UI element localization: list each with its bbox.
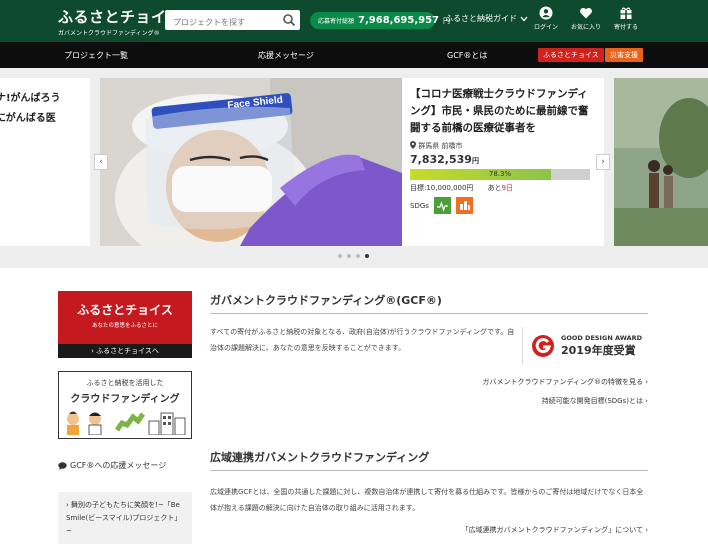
banner2-line2: クラウドファンディング xyxy=(70,394,180,405)
heart-icon xyxy=(580,7,592,19)
login-button[interactable]: ログイン xyxy=(526,6,566,31)
donate-button[interactable]: 寄付する xyxy=(606,6,646,31)
logo-main: ふるさとチョイス xyxy=(58,8,182,26)
regional-gcf-link[interactable]: 「広域連携ガバメントクラウドファンディング」について › xyxy=(462,525,648,535)
gift-icon xyxy=(620,7,632,19)
prev-slide-peek[interactable]: ナ!がんばろう にがんばる医 xyxy=(0,78,90,246)
total-donation-badge: 応募寄付総額 7,968,695,957 円 xyxy=(310,12,450,29)
divider xyxy=(210,313,648,314)
total-label: 応募寄付総額 xyxy=(318,18,355,25)
location-text: 群馬県 前橋市 xyxy=(418,142,463,150)
nav-about-gcf[interactable]: GCF®とは xyxy=(447,50,487,61)
carousel-dot[interactable] xyxy=(338,254,342,258)
nav-projects[interactable]: プロジェクト一覧 xyxy=(64,50,128,61)
banner2-line1: ふるさと納税を活用した xyxy=(86,379,164,387)
goal-amount: 目標:10,000,000円 xyxy=(410,184,474,192)
furusato-choice-banner[interactable]: ふるさとチョイス あなたの意思をふるさとに › ふるさとチョイスへ xyxy=(58,291,192,358)
good-design-award: GOOD DESIGN AWARD 2019年度受賞 xyxy=(522,327,648,365)
project-image[interactable]: Face Shield xyxy=(100,78,402,246)
header: ふるさとチョイス ガバメントクラウドファンディング® 応募寄付総額 7,968,… xyxy=(0,0,708,42)
project-carousel: ナ!がんばろう にがんばる医 Face Shield 【コロナ医療戦士クラウドフ… xyxy=(0,68,708,268)
project-title[interactable]: 【コロナ医療戦士クラウドファンディング】市民・県民のために最前線で奮闘する前橋の… xyxy=(410,86,596,137)
good-design-mark-icon xyxy=(532,335,554,357)
gda-title: GOOD DESIGN AWARD xyxy=(561,334,643,342)
speech-bubble-icon xyxy=(58,461,67,470)
sdgs-link[interactable]: 持続可能な開発目標(SDGs)とは › xyxy=(542,396,648,406)
sdg-industry-icon[interactable] xyxy=(455,197,473,214)
gcf-features-link[interactable]: ガバメントクラウドファンディング®の特徴を見る › xyxy=(482,377,648,387)
remaining-prefix: あと xyxy=(487,184,502,192)
current-value: 7,832,539 xyxy=(410,153,472,166)
banner1-sub: あなたの意思をふるさとに xyxy=(91,323,158,329)
peek-line-1: ナ!がんばろう xyxy=(0,93,61,104)
banner1-title: ふるさとチョイス xyxy=(77,303,173,317)
current-unit: 円 xyxy=(471,157,479,165)
remaining-value: 9日 xyxy=(501,184,514,192)
support-message-text[interactable]: › 舞別の子どもたちに笑顔を!~「Be Smile(ビースマイル)プロジェクト」… xyxy=(66,501,181,535)
sdgs-label: SDGs xyxy=(410,201,429,210)
sdg-health-icon[interactable] xyxy=(433,197,451,214)
search-input[interactable] xyxy=(165,12,277,33)
carousel-prev-button[interactable]: ‹ xyxy=(94,154,108,170)
gcf-heading: ガバメントクラウドファンディング®(GCF®) xyxy=(210,294,442,307)
progress-bar: 78.3% xyxy=(410,169,590,180)
favorites-label: お気に入り xyxy=(570,24,601,31)
msg-heading-text: GCF®への応援メッセージ xyxy=(70,461,167,470)
regional-gcf-description: 広域連携GCFとは、全国の共通した課題に対し、複数自治体が連携して寄付を募る仕組… xyxy=(210,488,644,512)
support-message-item[interactable]: › 舞別の子どもたちに笑顔を!~「Be Smile(ビースマイル)プロジェクト」… xyxy=(58,492,192,544)
medical-worker-photo: Face Shield xyxy=(100,78,402,246)
crowdfunding-banner[interactable]: ふるさと納税を活用した クラウドファンディング xyxy=(58,371,192,439)
guide-label: ふるさと納税ガイド xyxy=(445,14,517,23)
total-amount: 7,968,695,957 xyxy=(358,15,439,26)
next-slide-photo xyxy=(614,78,708,246)
site-logo[interactable]: ふるさとチョイス ガバメントクラウドファンディング® xyxy=(58,6,182,37)
crowdfunding-illustration xyxy=(67,411,186,436)
user-icon xyxy=(539,6,553,20)
search-icon[interactable] xyxy=(282,13,296,27)
main-nav: プロジェクト一覧 応援メッセージ GCF®とは ふるさとチョイス 災害支援 xyxy=(0,42,708,68)
project-location: 群馬県 前橋市 xyxy=(410,141,596,151)
furusato-choice-tag[interactable]: ふるさとチョイス xyxy=(538,48,604,62)
gcf-description: すべての寄付がふるさと納税の対象となる、政府(自治体)が行うクラウドファンディン… xyxy=(210,328,515,352)
search-box xyxy=(165,10,300,33)
divider xyxy=(210,470,648,471)
carousel-dots xyxy=(338,254,369,258)
remaining-days: あと9日 xyxy=(488,184,513,192)
location-pin-icon xyxy=(410,141,416,149)
progress-percent: 78.3% xyxy=(488,170,512,178)
logo-sub: ガバメントクラウドファンディング® xyxy=(58,30,160,37)
peek-line-2: にがんばる医 xyxy=(0,113,56,124)
guide-menu[interactable]: ふるさと納税ガイド xyxy=(445,13,528,24)
goal-row: 目標:10,000,000円 あと9日 xyxy=(410,183,596,193)
disaster-support-tag[interactable]: 災害支援 xyxy=(605,48,643,62)
gda-year: 2019年度受賞 xyxy=(561,344,636,357)
donate-label: 寄付する xyxy=(613,24,638,31)
favorites-button[interactable]: お気に入り xyxy=(566,6,606,31)
carousel-dot[interactable] xyxy=(356,254,360,258)
carousel-dot[interactable] xyxy=(365,254,369,258)
sdgs-row: SDGs xyxy=(410,197,596,214)
banner1-link[interactable]: › ふるさとチョイスへ xyxy=(58,344,192,358)
project-card[interactable]: 【コロナ医療戦士クラウドファンディング】市民・県民のために最前線で奮闘する前橋の… xyxy=(402,78,604,246)
next-slide-peek[interactable] xyxy=(614,78,708,246)
support-messages-heading: GCF®への応援メッセージ xyxy=(58,460,166,471)
regional-gcf-heading: 広域連携ガバメントクラウドファンディング xyxy=(210,451,430,464)
login-label: ログイン xyxy=(533,24,558,31)
nav-messages[interactable]: 応援メッセージ xyxy=(258,50,314,61)
carousel-next-button[interactable]: › xyxy=(596,154,610,170)
current-amount: 7,832,539円 xyxy=(410,153,596,166)
carousel-dot[interactable] xyxy=(347,254,351,258)
